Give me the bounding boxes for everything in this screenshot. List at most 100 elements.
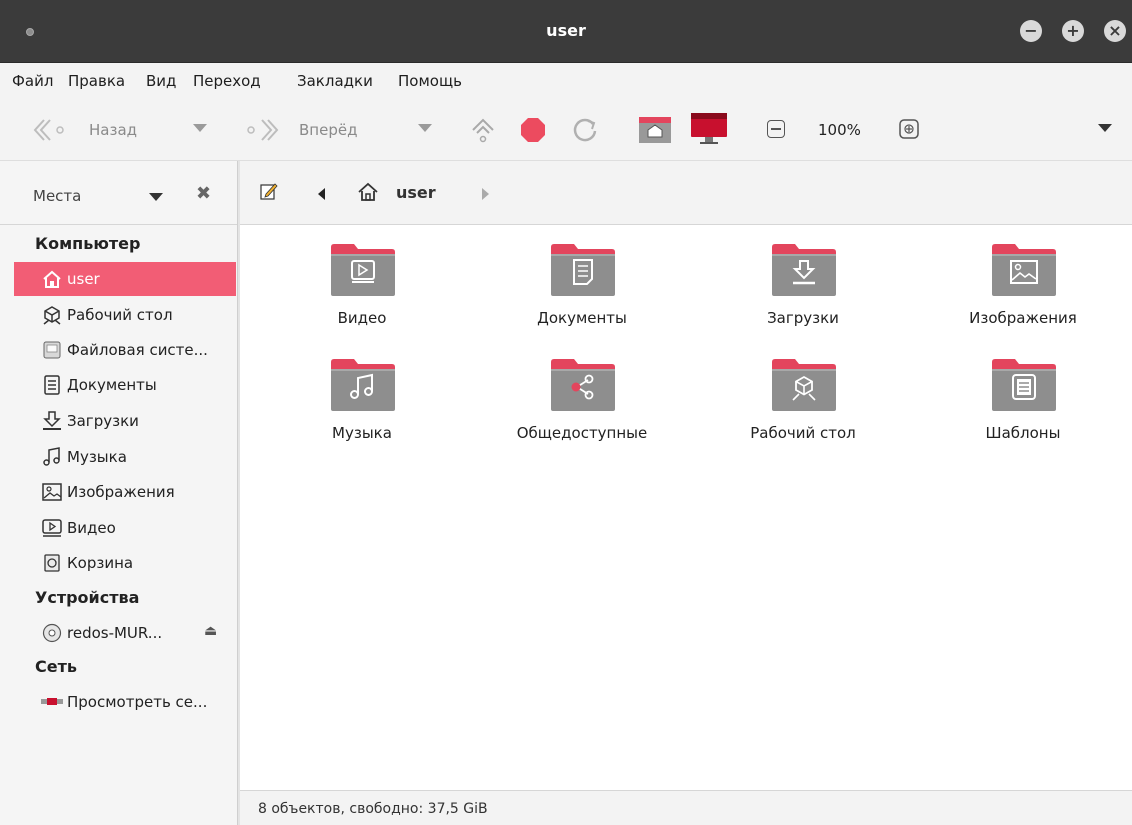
close-button[interactable]: × <box>1104 20 1126 42</box>
stop-icon[interactable] <box>519 116 547 144</box>
public-folder-icon <box>551 359 615 411</box>
filesystem-icon <box>43 341 61 359</box>
sidebar-close-icon[interactable]: ✖ <box>196 183 211 204</box>
back-history-dropdown[interactable] <box>193 124 207 132</box>
video-folder-icon <box>331 244 395 296</box>
templates-folder-icon <box>992 359 1056 411</box>
sidebar-item-label: Файловая систе... <box>67 341 208 359</box>
sidebar-item-label: user <box>67 270 100 288</box>
file-item-downloads[interactable]: Загрузки <box>713 241 893 351</box>
file-item-documents[interactable]: Документы <box>492 241 672 351</box>
section-devices: Устройства <box>35 588 140 607</box>
file-item-video[interactable]: Видео <box>272 241 452 351</box>
sidebar-mode-dropdown[interactable] <box>149 193 163 201</box>
sidebar-item-filesystem[interactable]: Файловая систе... <box>14 333 236 367</box>
title-bar[interactable]: user − + × <box>0 0 1132 63</box>
file-label: Музыка <box>332 424 392 442</box>
eject-icon[interactable]: ⏏ <box>204 623 217 639</box>
sidebar-item-label: Изображения <box>67 483 175 501</box>
file-view[interactable]: Видео Документы Загрузки Изображения Муз… <box>240 225 1132 790</box>
file-label: Документы <box>537 309 627 327</box>
section-computer: Компьютер <box>35 234 141 253</box>
sidebar-item-label: Просмотреть се... <box>67 693 208 711</box>
sidebar-item-label: Видео <box>67 519 116 537</box>
edit-location-icon[interactable] <box>260 182 278 200</box>
desktop-icon <box>43 306 61 325</box>
path-scroll-right-button[interactable] <box>482 188 489 200</box>
status-text: 8 объектов, свободно: 37,5 GiB <box>258 801 488 817</box>
file-item-pictures[interactable]: Изображения <box>933 241 1113 351</box>
sidebar-item-downloads[interactable]: Загрузки <box>14 404 236 438</box>
file-label: Загрузки <box>767 309 839 327</box>
menu-help[interactable]: Помощь <box>398 72 462 90</box>
computer-icon[interactable] <box>690 112 728 146</box>
location-bar: user <box>240 161 1132 225</box>
back-arrow-icon[interactable] <box>32 117 68 143</box>
sidebar-item-label: redos-MUR... <box>67 624 163 642</box>
file-label: Общедоступные <box>516 424 648 442</box>
home-icon <box>43 270 61 288</box>
sidebar-item-desktop[interactable]: Рабочий стол <box>14 298 236 332</box>
pictures-folder-icon <box>992 244 1056 296</box>
forward-arrow-icon[interactable] <box>244 117 280 143</box>
sidebar: Места ✖ Компьютер user Рабочий стол Файл… <box>0 161 237 825</box>
zoom-level[interactable]: 100% <box>818 121 861 139</box>
sidebar-header: Места ✖ <box>0 161 237 225</box>
network-icon <box>41 698 63 705</box>
sidebar-item-disc[interactable]: redos-MUR... <box>14 616 236 650</box>
disc-icon <box>42 623 62 643</box>
menu-bookmarks[interactable]: Закладки <box>297 72 373 90</box>
file-item-desktop[interactable]: Рабочий стол <box>713 356 893 466</box>
status-bar: 8 объектов, свободно: 37,5 GiB <box>240 790 1132 825</box>
documents-icon <box>44 375 60 395</box>
forward-history-dropdown[interactable] <box>418 124 432 132</box>
menu-go[interactable]: Переход <box>193 72 261 90</box>
sidebar-item-video[interactable]: Видео <box>14 511 236 545</box>
sidebar-item-music[interactable]: Музыка <box>14 440 236 474</box>
window-title: user <box>546 21 586 40</box>
downloads-icon <box>43 411 61 430</box>
file-item-templates[interactable]: Шаблоны <box>933 356 1113 466</box>
forward-button[interactable]: Вперёд <box>299 121 357 139</box>
section-network: Сеть <box>35 657 77 676</box>
path-segment-user[interactable]: user <box>396 183 436 202</box>
menu-edit[interactable]: Правка <box>68 72 125 90</box>
downloads-folder-icon <box>772 244 836 296</box>
up-directory-icon[interactable] <box>468 115 498 145</box>
file-item-music[interactable]: Музыка <box>272 356 452 466</box>
sidebar-item-trash[interactable]: Корзина <box>14 546 236 580</box>
home-icon[interactable] <box>357 181 379 203</box>
file-label: Шаблоны <box>985 424 1061 442</box>
sidebar-item-pictures[interactable]: Изображения <box>14 475 236 509</box>
file-label: Видео <box>337 309 387 327</box>
file-label: Изображения <box>969 309 1077 327</box>
sidebar-item-user[interactable]: user <box>14 262 236 296</box>
back-button[interactable]: Назад <box>89 121 137 139</box>
zoom-out-button[interactable] <box>767 120 785 138</box>
documents-folder-icon <box>551 244 615 296</box>
menu-file[interactable]: Файл <box>12 72 53 90</box>
reload-icon[interactable] <box>570 115 600 145</box>
sidebar-item-label: Корзина <box>67 554 134 572</box>
desktop-folder-icon <box>772 359 836 411</box>
home-icon[interactable] <box>638 116 672 144</box>
sidebar-item-network[interactable]: Просмотреть се... <box>14 685 236 719</box>
minimize-button[interactable]: − <box>1020 20 1042 42</box>
zoom-in-button[interactable] <box>899 119 919 139</box>
video-icon <box>42 519 62 537</box>
pictures-icon <box>42 483 62 501</box>
sidebar-item-label: Рабочий стол <box>67 306 173 324</box>
sidebar-item-documents[interactable]: Документы <box>14 368 236 402</box>
trash-icon <box>44 554 60 572</box>
file-label: Рабочий стол <box>750 424 856 442</box>
menu-view[interactable]: Вид <box>146 72 176 90</box>
sidebar-item-label: Документы <box>67 376 157 394</box>
maximize-button[interactable]: + <box>1062 20 1084 42</box>
music-folder-icon <box>331 359 395 411</box>
toolbar-overflow-dropdown[interactable] <box>1098 124 1112 132</box>
path-scroll-left-button[interactable] <box>318 188 325 200</box>
file-item-public[interactable]: Общедоступные <box>492 356 672 466</box>
sidebar-item-label: Загрузки <box>67 412 139 430</box>
sidebar-mode-label[interactable]: Места <box>33 187 81 205</box>
toolbar: Назад Вперёд 100% <box>0 99 1132 161</box>
